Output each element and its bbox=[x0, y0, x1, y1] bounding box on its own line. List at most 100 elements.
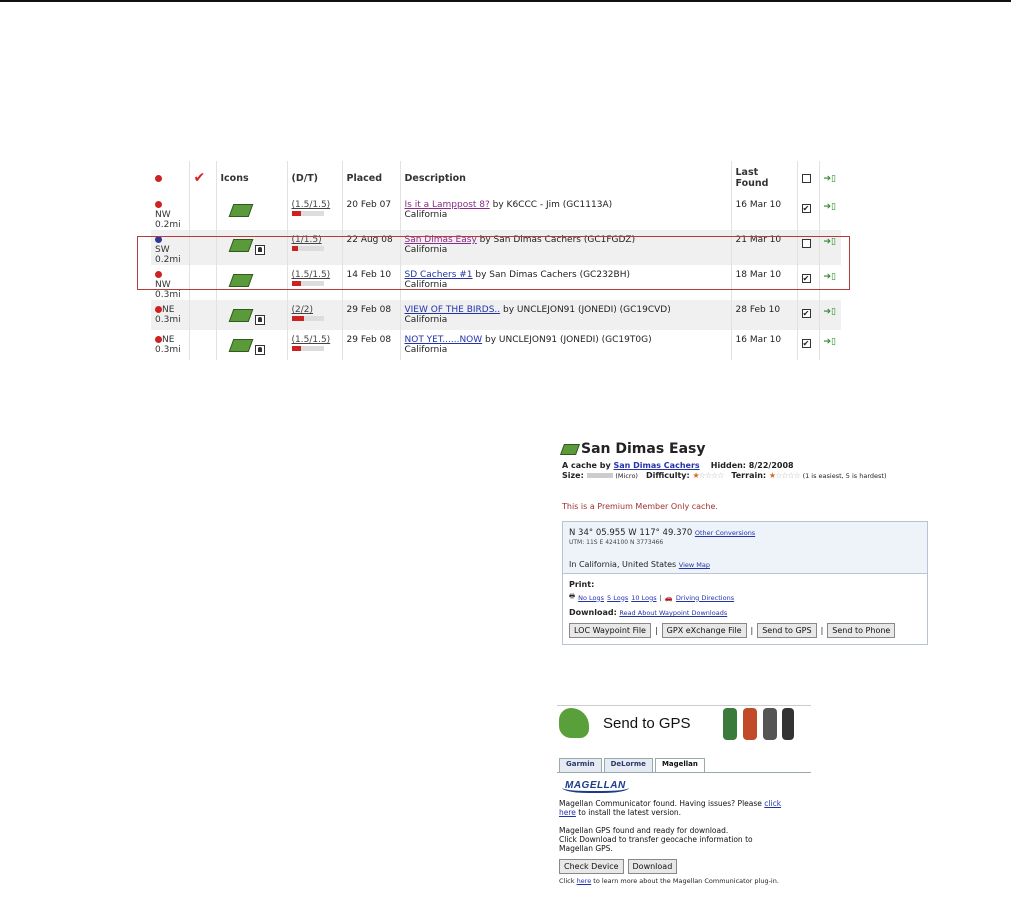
terrain-label: Terrain: bbox=[731, 471, 767, 480]
direction: NE bbox=[162, 305, 175, 315]
difficulty-bar bbox=[291, 211, 324, 216]
communicator-status: Magellan Communicator found. Having issu… bbox=[559, 799, 765, 808]
cache-name-link[interactable]: NOT YET......NOW bbox=[405, 335, 483, 345]
send-to-gps-button[interactable]: Send to GPS bbox=[757, 623, 817, 638]
check-device-button[interactable]: Check Device bbox=[559, 859, 624, 874]
dt-header[interactable]: (D/T) bbox=[286, 161, 342, 195]
tab-magellan[interactable]: Magellan bbox=[654, 758, 705, 772]
install-text: to install the latest version. bbox=[575, 808, 682, 817]
premium-member-icon bbox=[254, 345, 265, 355]
distance: 0.3mi bbox=[155, 290, 181, 300]
compass-icon bbox=[155, 236, 162, 243]
cache-name-link[interactable]: SD Cachers #1 bbox=[405, 270, 473, 280]
tab-delorme[interactable]: DeLorme bbox=[603, 758, 653, 772]
owner-link[interactable]: San Dimas Cachers bbox=[614, 461, 700, 470]
micro-cache-icon bbox=[228, 339, 253, 352]
ready-text: Magellan GPS. bbox=[559, 844, 613, 853]
row-checkbox[interactable]: ✔ bbox=[801, 274, 811, 283]
row-checkbox[interactable]: ✔ bbox=[801, 204, 811, 213]
send-to-gps-header-icon: ➔▯ bbox=[818, 161, 841, 195]
cache-owner: by UNCLEJON91 (JONEDI) (GC19CVD) bbox=[500, 305, 671, 315]
difficulty-bar bbox=[291, 346, 324, 351]
print-no-logs-link[interactable]: No Logs bbox=[578, 594, 604, 602]
send-to-gps-icon[interactable]: ➔▯ bbox=[824, 307, 837, 317]
print-label: Print: bbox=[569, 580, 595, 589]
compass-icon bbox=[155, 271, 162, 278]
print-10-logs-link[interactable]: 10 Logs bbox=[631, 594, 656, 602]
frog-mascot-icon bbox=[559, 708, 589, 738]
size-label: Size: bbox=[562, 471, 584, 480]
ready-text: Click Download to transfer geocache info… bbox=[559, 835, 753, 844]
printer-icon: 🖶 bbox=[569, 592, 576, 600]
difficulty-terrain: (1.5/1.5) bbox=[291, 270, 331, 280]
icons-header: Icons bbox=[215, 161, 287, 195]
cache-name-link[interactable]: San Dimas Easy bbox=[405, 235, 477, 245]
difficulty-terrain: (1/1.5) bbox=[291, 235, 322, 245]
cache-title: San Dimas Easy bbox=[559, 441, 942, 457]
cache-owner: by K6CCC - Jim (GC1113A) bbox=[489, 200, 613, 210]
cache-owner: by UNCLEJON91 (JONEDI) (GC19T0G) bbox=[482, 335, 652, 345]
install-link[interactable]: click bbox=[764, 799, 781, 808]
terrain-stars-icon: ★☆☆☆☆ bbox=[768, 471, 801, 480]
car-icon: 🚗 bbox=[664, 593, 673, 602]
install-link-here[interactable]: here bbox=[559, 808, 576, 817]
cache-region: California bbox=[404, 280, 448, 290]
micro-cache-icon bbox=[228, 239, 253, 252]
print-5-logs-link[interactable]: 5 Logs bbox=[607, 594, 628, 602]
location-text: In California, United States bbox=[569, 560, 677, 569]
ready-text: Magellan GPS found and ready for downloa… bbox=[559, 826, 729, 835]
hidden-date: Hidden: 8/22/2008 bbox=[710, 461, 794, 470]
loc-waypoint-file-button[interactable]: LOC Waypoint File bbox=[569, 623, 651, 638]
last-found-date: 21 Mar 10 bbox=[730, 230, 797, 265]
found-check-header-icon[interactable]: ✔ bbox=[188, 161, 216, 195]
size-value: (Micro) bbox=[615, 472, 638, 480]
difficulty-bar bbox=[291, 316, 324, 321]
waypoint-downloads-link[interactable]: Read About Waypoint Downloads bbox=[619, 609, 727, 617]
direction: SW bbox=[155, 245, 170, 255]
premium-member-icon bbox=[254, 245, 265, 255]
placed-date: 29 Feb 08 bbox=[341, 300, 400, 330]
download-button[interactable]: Download bbox=[627, 859, 678, 874]
driving-directions-link[interactable]: Driving Directions bbox=[676, 594, 734, 602]
cache-name-link[interactable]: VIEW OF THE BIRDS.. bbox=[405, 305, 501, 315]
cache-region: California bbox=[404, 245, 448, 255]
compass-icon bbox=[155, 336, 162, 343]
send-to-gps-icon[interactable]: ➔▯ bbox=[824, 237, 837, 247]
cache-name-link[interactable]: Is it a Lamppost 8? bbox=[405, 200, 490, 210]
size-bar bbox=[586, 473, 613, 478]
download-label: Download: bbox=[569, 608, 617, 617]
cache-owner: by San Dimas Cachers (GC1FGDZ) bbox=[476, 235, 636, 245]
send-to-phone-button[interactable]: Send to Phone bbox=[827, 623, 896, 638]
tab-garmin[interactable]: Garmin bbox=[559, 758, 602, 772]
send-to-gps-icon[interactable]: ➔▯ bbox=[824, 337, 837, 347]
gps-device-icon bbox=[723, 708, 737, 740]
row-checkbox[interactable]: ✔ bbox=[801, 339, 811, 348]
last-found-header[interactable]: Last Found bbox=[730, 161, 797, 195]
table-row: NE 0.3mi (2/2) 29 Feb 08 VIEW OF THE BIRD… bbox=[151, 300, 841, 330]
distance: 0.3mi bbox=[155, 345, 181, 355]
difficulty-bar bbox=[291, 281, 324, 286]
send-to-gps-title: Send to GPS bbox=[603, 715, 691, 732]
row-checkbox[interactable]: ✔ bbox=[801, 309, 811, 318]
other-conversions-link[interactable]: Other Conversions bbox=[695, 529, 755, 537]
direction: NW bbox=[155, 210, 171, 220]
compass-icon bbox=[155, 201, 162, 208]
learn-more-link[interactable]: here bbox=[577, 877, 592, 885]
cache-detail-panel: San Dimas Easy A cache by San Dimas Cach… bbox=[559, 441, 942, 645]
send-to-gps-icon[interactable]: ➔▯ bbox=[824, 202, 837, 212]
footer-text: to learn more about the Magellan Communi… bbox=[591, 877, 779, 885]
placed-header[interactable]: Placed bbox=[341, 161, 400, 195]
coordinates-box: N 34° 05.955 W 117° 49.370 Other Convers… bbox=[562, 521, 928, 645]
gpx-exchange-file-button[interactable]: GPX eXchange File bbox=[661, 623, 747, 638]
description-header[interactable]: Description bbox=[399, 161, 731, 195]
view-map-link[interactable]: View Map bbox=[679, 561, 710, 569]
micro-cache-icon bbox=[559, 443, 581, 455]
gps-device-icon bbox=[743, 708, 757, 740]
compass-header-icon[interactable] bbox=[151, 161, 189, 195]
difficulty-stars-icon: ★☆☆☆☆ bbox=[692, 471, 725, 480]
select-all-checkbox[interactable] bbox=[796, 161, 819, 195]
send-to-gps-panel: Send to GPS Garmin DeLorme Magellan MAGE… bbox=[557, 705, 811, 918]
send-to-gps-icon[interactable]: ➔▯ bbox=[824, 272, 837, 282]
last-found-date: 18 Mar 10 bbox=[730, 265, 797, 300]
row-checkbox[interactable] bbox=[801, 239, 811, 248]
